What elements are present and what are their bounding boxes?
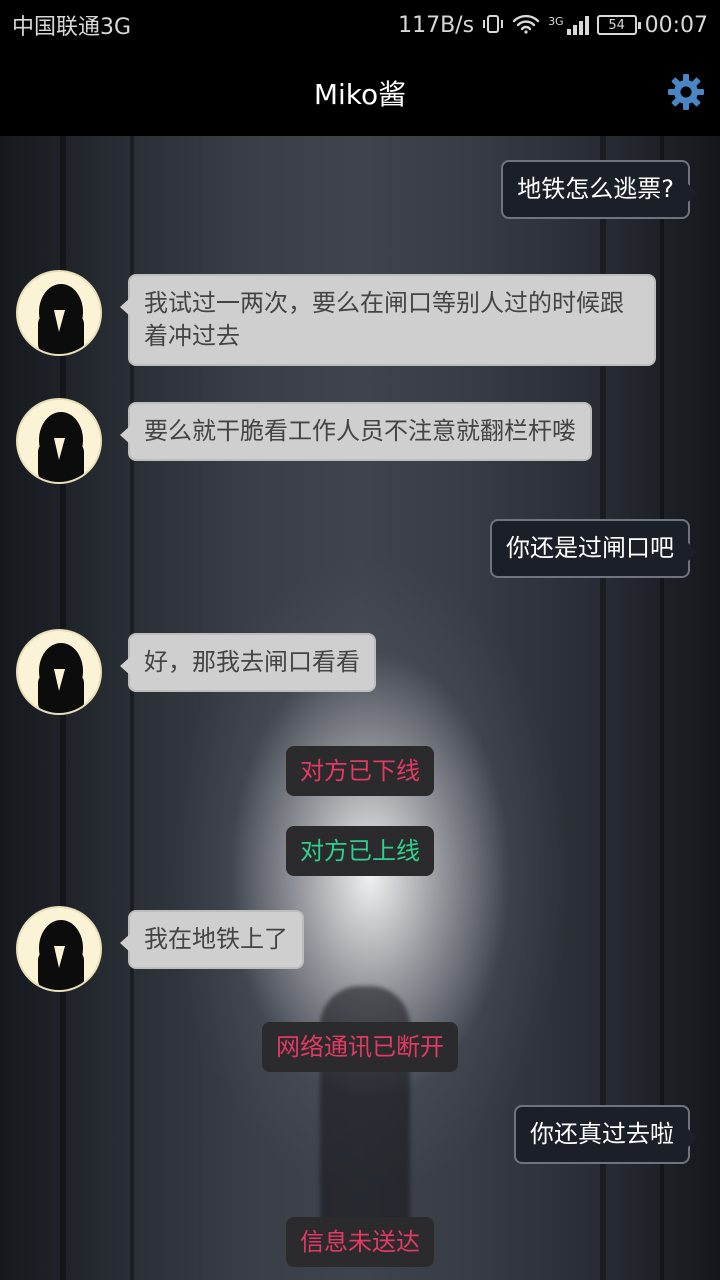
message-text: 要么就干脆看工作人员不注意就翻栏杆喽 [144,417,576,445]
message-bubble-outgoing[interactable]: 你还真过去啦 [514,1105,698,1164]
message-bubble-incoming[interactable]: 要么就干脆看工作人员不注意就翻栏杆喽 [120,402,592,461]
wifi-icon [512,14,540,37]
message-bubble-outgoing[interactable]: 地铁怎么逃票? [501,160,698,219]
carrier-label: 中国联通3G [12,15,132,40]
system-notice-online: 对方已上线 [286,826,434,876]
system-notice-not-delivered: 信息未送达 [286,1217,434,1267]
message-text: 好，那我去闸口看看 [144,648,360,676]
message-text: 我试过一两次，要么在闸口等别人过的时候跟着冲过去 [144,289,624,350]
message-text: 地铁怎么逃票? [517,175,674,203]
chat-screen: 中国联通3G 117B/s 3G 54 00:07 Miko酱 地铁怎么逃票? … [0,0,720,1280]
message-bubble-incoming[interactable]: 我试过一两次，要么在闸口等别人过的时候跟着冲过去 [120,274,656,366]
avatar[interactable] [16,629,102,715]
system-notice-offline: 对方已下线 [286,746,434,796]
battery-level: 54 [608,17,625,33]
status-icons: 117B/s 3G 54 00:07 [398,13,708,38]
clock: 00:07 [644,12,708,38]
title-bar: Miko酱 [0,50,720,136]
system-notice-disconnected: 网络通讯已断开 [262,1022,458,1072]
avatar-image [38,920,84,990]
avatar[interactable] [16,270,102,356]
avatar-image [38,643,84,713]
network-type-label: 3G [548,15,564,28]
chat-title: Miko酱 [313,78,407,111]
gear-icon [668,74,704,110]
message-text: 你还真过去啦 [530,1120,674,1148]
net-speed: 117B/s [398,12,475,38]
avatar-image [38,284,84,354]
avatar[interactable] [16,906,102,992]
vibrate-icon [482,14,504,37]
message-bubble-incoming[interactable]: 我在地铁上了 [120,910,304,969]
message-bubble-outgoing[interactable]: 你还是过闸口吧 [490,519,698,578]
message-text: 我在地铁上了 [144,925,288,953]
avatar[interactable] [16,398,102,484]
settings-button[interactable] [664,70,708,114]
signal-icon: 3G [548,15,589,35]
status-bar: 中国联通3G 117B/s 3G 54 00:07 [0,0,720,50]
battery-icon: 54 [596,15,641,35]
avatar-image [38,412,84,482]
message-text: 你还是过闸口吧 [506,534,674,562]
message-bubble-incoming[interactable]: 好，那我去闸口看看 [120,633,376,692]
